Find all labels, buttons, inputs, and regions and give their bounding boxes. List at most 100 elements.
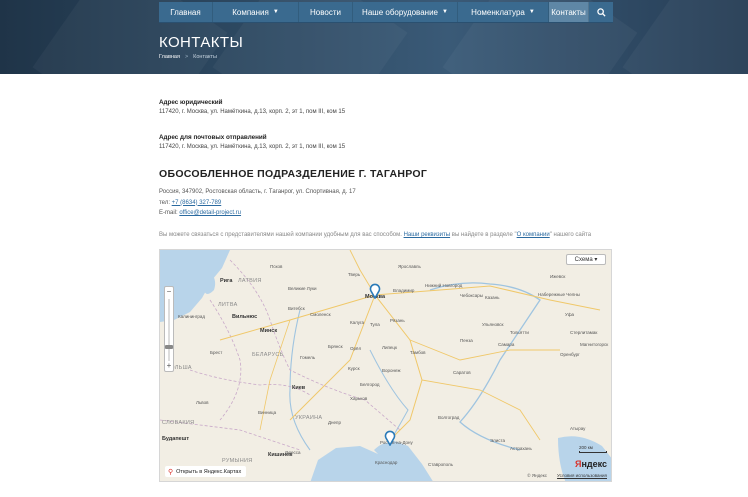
map-label: Ярославль <box>398 264 421 269</box>
phone-link[interactable]: +7 (8634) 327-789 <box>172 200 222 206</box>
map-label: Одесса <box>285 450 301 455</box>
map-label: Самара <box>498 342 515 347</box>
map-copyright: © Яндекс <box>527 473 547 478</box>
map-label: СЛОВАКИЯ <box>162 420 195 426</box>
map-label: Ижевск <box>550 274 566 279</box>
scale-label: 200 км <box>579 445 593 450</box>
map-label: Рязань <box>390 318 405 323</box>
contact-note-text: " нашего сайта <box>549 232 592 238</box>
breadcrumb-current: Контакты <box>193 54 217 60</box>
nav-item-label: Компания <box>232 7 269 17</box>
map-label: Ульяновск <box>482 322 504 327</box>
map-marker-taganrog[interactable] <box>384 430 396 447</box>
nav-item-label: Номенклатура <box>471 7 525 17</box>
page-title: КОНТАКТЫ <box>159 34 244 51</box>
map-label: Волгоград <box>438 415 460 420</box>
chevron-down-icon: ▼ <box>272 9 279 15</box>
map-label: Ставрополь <box>428 462 453 467</box>
yandex-map[interactable]: Рига ЛАТВИЯ ЛИТВА Калининград Вильнюс Минск БЕ… <box>159 249 612 482</box>
map-label: Владимир <box>393 288 415 293</box>
zoom-track[interactable] <box>168 299 170 361</box>
open-in-yandex-maps-button[interactable]: ⚲ Открыть в Яндекс.Картах <box>165 466 247 477</box>
map-label: Киев <box>292 385 306 391</box>
map-label: Харьков <box>350 396 368 401</box>
postal-address-text: 117420, г. Москва, ул. Намёткина, д.13, … <box>159 144 346 150</box>
map-label: Стерлитамак <box>570 330 598 335</box>
terms-of-use-link[interactable]: Условия использования <box>557 473 607 478</box>
nav-item-label: Наше оборудование <box>362 7 438 17</box>
email-label: E-mail: <box>159 210 178 216</box>
map-label: Тольятти <box>510 330 529 335</box>
nav-item-home[interactable]: Главная <box>159 2 213 22</box>
map-label: Рига <box>220 278 233 284</box>
open-in-yandex-maps-label: Открыть в Яндекс.Картах <box>176 468 242 475</box>
map-label: Винница <box>258 410 277 415</box>
map-label: Гомель <box>300 355 316 360</box>
email-link[interactable]: office@detail-project.ru <box>179 210 241 216</box>
map-label: Магнитогорск <box>580 342 609 347</box>
contact-note: Вы можете связаться с представителями на… <box>159 231 613 239</box>
search-button[interactable] <box>589 2 613 22</box>
nav-item-news[interactable]: Новости <box>299 2 353 22</box>
map-label: Краснодар <box>375 460 398 465</box>
requisites-link[interactable]: Наши реквизиты <box>404 232 451 238</box>
map-label: Будапешт <box>162 436 190 442</box>
nav-item-label: Главная <box>170 7 201 17</box>
map-label: Элиста <box>490 438 505 443</box>
map-label: Тула <box>370 322 380 327</box>
page-header: Главная Компания ▼ Новости Наше оборудова… <box>0 0 748 74</box>
branch-phone-row: тел: +7 (8634) 327-789 <box>159 198 356 209</box>
main-nav: Главная Компания ▼ Новости Наше оборудова… <box>159 2 613 23</box>
contact-note-text: Вы можете связаться с представителями на… <box>159 232 402 238</box>
branch-address: Россия, 347902, Ростовская область, г. Т… <box>159 189 356 195</box>
map-label: Астрахань <box>510 446 532 451</box>
map-label: Тверь <box>348 272 361 277</box>
breadcrumb-separator: > <box>184 54 189 60</box>
map-label: Тамбов <box>410 350 426 355</box>
map-marker-moscow[interactable] <box>369 283 381 300</box>
nav-item-nomenclature[interactable]: Номенклатура ▼ <box>458 2 549 22</box>
postal-address-block: Адрес для почтовых отправлений 117420, г… <box>159 134 345 150</box>
map-label: Казань <box>485 295 500 300</box>
branch-details: Россия, 347902, Ростовская область, г. Т… <box>159 187 356 219</box>
zoom-in-button[interactable]: + <box>165 362 173 370</box>
postal-address-label: Адрес для почтовых отправлений <box>159 134 267 141</box>
map-label: Нижний Новгород <box>425 283 463 288</box>
map-type-selector[interactable]: Схема ▾ <box>566 254 606 265</box>
map-label: Калининград <box>178 314 206 319</box>
map-label: Псков <box>270 264 283 269</box>
nav-item-company[interactable]: Компания ▼ <box>213 2 299 22</box>
zoom-control: − + <box>164 286 174 372</box>
map-label: УКРАИНА <box>295 415 323 421</box>
map-label: Смоленск <box>310 312 331 317</box>
about-company-link[interactable]: О компании <box>517 232 550 238</box>
zoom-out-button[interactable]: − <box>165 288 173 296</box>
map-label: Курск <box>348 366 360 371</box>
breadcrumb: Главная > Контакты <box>159 54 217 60</box>
location-pin-icon: ⚲ <box>168 468 174 476</box>
map-label: Брест <box>210 350 223 355</box>
breadcrumb-home-link[interactable]: Главная <box>159 54 180 60</box>
yandex-logo: Яндекс <box>575 459 607 469</box>
nav-item-contacts[interactable]: Контакты <box>549 2 589 22</box>
map-label: Днепр <box>328 420 341 425</box>
map-label: Атырау <box>570 426 586 431</box>
map-label: Великие Луки <box>288 286 317 291</box>
map-label: Львов <box>196 400 209 405</box>
branch-title: ОБОСОБЛЕННОЕ ПОДРАЗДЕЛЕНИЕ Г. ТАГАНРОГ <box>159 168 428 180</box>
scale-bar <box>579 451 607 453</box>
map-label: Брянск <box>328 344 343 349</box>
chevron-down-icon: ▼ <box>442 9 448 15</box>
nav-item-equipment[interactable]: Наше оборудование ▼ <box>353 2 458 22</box>
map-scale: 200 км <box>579 445 607 453</box>
zoom-slider-handle[interactable] <box>165 345 173 349</box>
chevron-down-icon: ▼ <box>528 9 535 15</box>
map-label: Уфа <box>565 312 575 317</box>
map-label: Пенза <box>460 338 473 343</box>
map-label: Орёл <box>350 346 362 351</box>
header-decor <box>622 0 748 74</box>
search-icon <box>596 7 606 17</box>
map-label: ЛАТВИЯ <box>238 278 262 284</box>
map-label: Саратов <box>453 370 471 375</box>
phone-label: тел: <box>159 199 170 206</box>
